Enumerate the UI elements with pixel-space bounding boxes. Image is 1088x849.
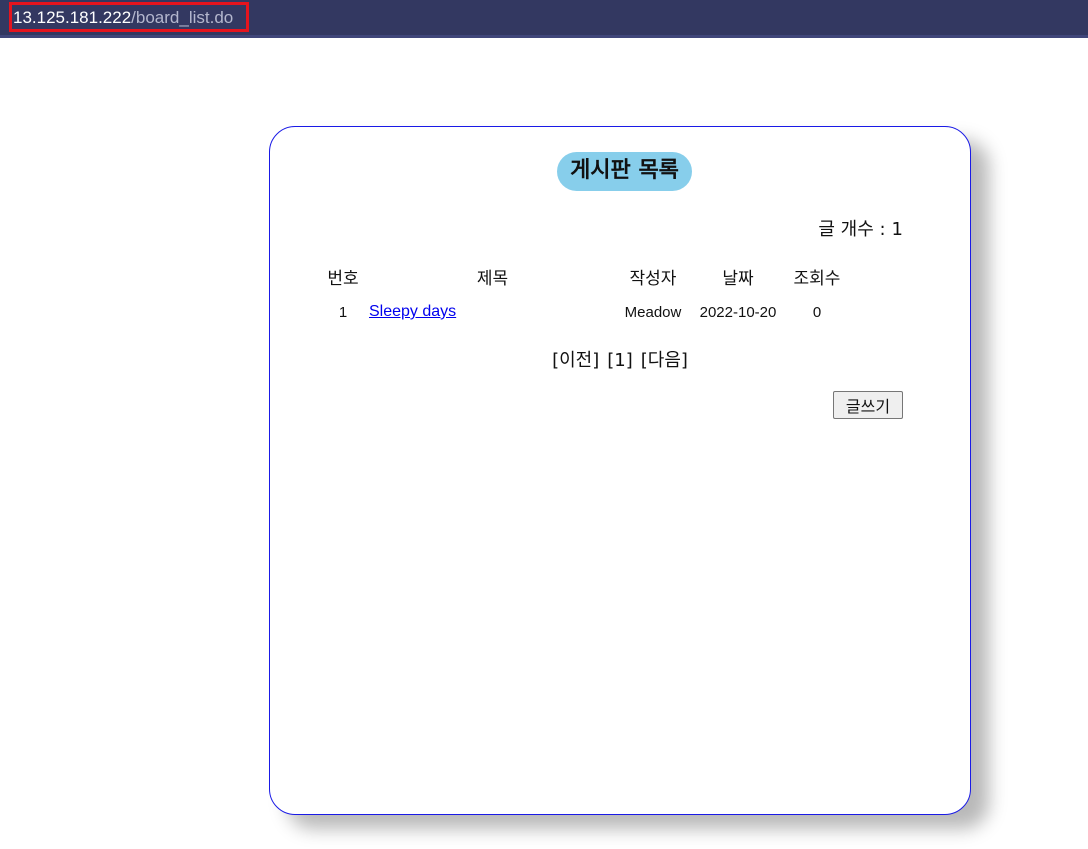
address-bar-url[interactable]: 13.125.181.222/board_list.do (9, 2, 249, 32)
page-title-wrapper: 게시판 목록 (270, 152, 970, 191)
page-title: 게시판 목록 (557, 152, 692, 191)
table-row: 1 Sleepy days Meadow 2022-10-20 0 (317, 291, 848, 333)
pager-page-1-link[interactable]: [1] (607, 350, 633, 371)
column-header-title: 제목 (476, 268, 509, 289)
pagination: [이전] [1] [다음] (270, 346, 970, 372)
column-header-author: 작성자 (629, 268, 677, 289)
post-title-link[interactable]: Sleepy days (369, 303, 456, 320)
column-header-number: 번호 (327, 268, 359, 289)
pager-prev-link[interactable]: [이전] (552, 350, 599, 371)
pager-next-link[interactable]: [다음] (641, 350, 688, 371)
row-views: 0 (812, 303, 822, 321)
post-count-label: 글 개수 : (818, 219, 886, 240)
browser-top-bar: 13.125.181.222/board_list.do (0, 0, 1088, 38)
post-count-value: 1 (891, 219, 903, 240)
write-post-button[interactable]: 글쓰기 (833, 391, 903, 419)
row-title-cell: Sleepy days (369, 291, 616, 333)
row-date: 2022-10-20 (699, 303, 777, 321)
post-count: 글 개수 :1 (818, 215, 903, 241)
table-header-row: 번호 제목 작성자 날짜 조회수 (317, 261, 848, 291)
row-number: 1 (338, 303, 348, 321)
column-header-views: 조회수 (793, 268, 841, 289)
url-path: /board_list.do (131, 8, 234, 27)
board-table: 번호 제목 작성자 날짜 조회수 1 Sleepy days Meadow 20… (317, 261, 848, 333)
url-host: 13.125.181.222 (13, 8, 132, 27)
column-header-date: 날짜 (722, 268, 754, 289)
board-card: 게시판 목록 글 개수 :1 번호 제목 작성자 날짜 조회수 1 Sleepy… (269, 126, 971, 815)
row-author: Meadow (624, 303, 682, 321)
